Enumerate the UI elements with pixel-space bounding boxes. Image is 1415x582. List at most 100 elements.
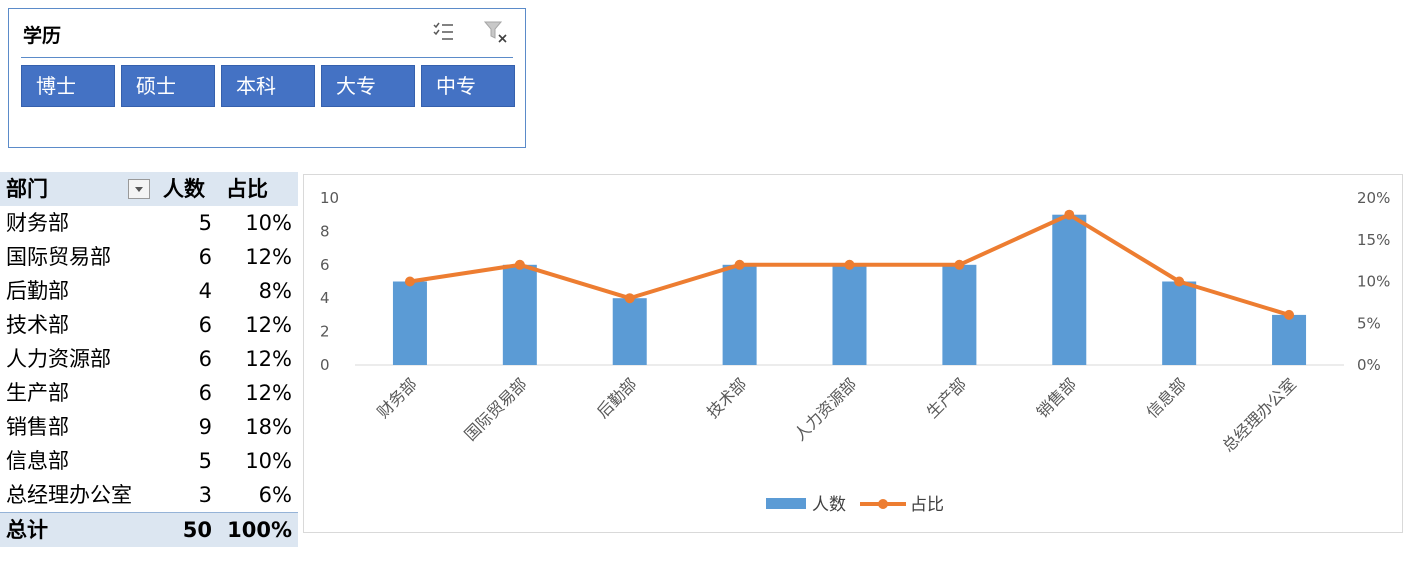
legend-label: 人数 <box>812 495 846 515</box>
slicer-item-college[interactable]: 大专 <box>321 65 415 107</box>
bar <box>392 281 427 365</box>
total-label: 总计 <box>6 518 48 542</box>
table-row[interactable]: 技术部 6 12% <box>0 308 298 342</box>
x-tick-label: 销售部 <box>1033 374 1080 421</box>
count-cell: 9 <box>198 415 212 439</box>
table-row[interactable]: 后勤部 4 8% <box>0 274 298 308</box>
total-pct: 100% <box>227 518 292 542</box>
table-row[interactable]: 信息部 5 10% <box>0 444 298 478</box>
y-tick-label: 4 <box>320 289 330 307</box>
x-tick-label: 技术部 <box>703 374 750 421</box>
chart-svg: 0 2 4 6 8 10 0% 5% 10% 15% 20% 财务部 国际贸易部 后勤部 技术部 人力资源部 生… <box>320 189 1390 515</box>
count-cell: 6 <box>198 313 212 337</box>
dept-cell: 国际贸易部 <box>6 245 111 269</box>
line-point <box>514 259 525 270</box>
slicer-items: 博士 硕士 本科 大专 中专 <box>21 65 515 107</box>
slicer-item-phd[interactable]: 博士 <box>21 65 115 107</box>
x-tick-label: 后勤部 <box>593 374 640 421</box>
pct-cell: 12% <box>245 381 292 405</box>
y-tick-label: 10 <box>320 189 339 207</box>
y-tick-label: 0 <box>320 356 330 374</box>
dept-cell: 信息部 <box>6 449 69 473</box>
bar <box>722 264 757 365</box>
pct-cell: 10% <box>245 211 292 235</box>
line-point <box>734 259 745 270</box>
y2-tick-label: 0% <box>1357 356 1381 374</box>
table-row[interactable]: 生产部 6 12% <box>0 376 298 410</box>
pct-header: 占比 <box>226 177 268 201</box>
table-row[interactable]: 财务部 5 10% <box>0 206 298 240</box>
x-tick-label: 人力资源部 <box>790 374 860 444</box>
pivot-header-row: 部门 人数 占比 <box>0 172 298 206</box>
count-cell: 5 <box>198 211 212 235</box>
count-cell: 6 <box>198 381 212 405</box>
dept-cell: 销售部 <box>6 415 69 439</box>
education-slicer: 学历 博士 硕士 本科 大专 中专 <box>8 8 526 148</box>
pct-cell: 6% <box>258 483 292 507</box>
y-tick-label: 8 <box>320 222 330 240</box>
x-tick-label: 财务部 <box>373 374 420 421</box>
pivot-total-row[interactable]: 总计 50 100% <box>0 512 298 547</box>
slicer-item-secondary[interactable]: 中专 <box>421 65 515 107</box>
bar <box>1162 281 1197 365</box>
dept-cell: 生产部 <box>6 381 69 405</box>
bar <box>502 264 537 365</box>
bar <box>612 298 647 365</box>
x-tick-label: 总经理办公室 <box>1219 374 1300 455</box>
y-tick-label: 2 <box>320 323 330 341</box>
table-row[interactable]: 销售部 9 18% <box>0 410 298 444</box>
legend-line-marker <box>878 499 888 509</box>
y2-tick-label: 15% <box>1357 231 1390 249</box>
pct-cell: 18% <box>245 415 292 439</box>
line-point <box>1174 276 1185 287</box>
table-row[interactable]: 国际贸易部 6 12% <box>0 240 298 274</box>
bar <box>1052 214 1087 365</box>
pct-cell: 12% <box>245 245 292 269</box>
pct-cell: 10% <box>245 449 292 473</box>
slicer-header: 学历 <box>21 9 513 58</box>
line-point <box>844 259 855 270</box>
table-row[interactable]: 人力资源部 6 12% <box>0 342 298 376</box>
y-tick-label: 6 <box>320 256 330 274</box>
multi-select-icon[interactable] <box>431 20 457 44</box>
bar <box>942 264 977 365</box>
count-cell: 3 <box>198 483 212 507</box>
dept-cell: 后勤部 <box>6 279 69 303</box>
y2-tick-label: 10% <box>1357 273 1390 291</box>
slicer-title: 学历 <box>23 25 62 47</box>
count-cell: 4 <box>198 279 212 303</box>
x-tick-label: 生产部 <box>923 374 970 421</box>
count-header: 人数 <box>163 177 205 201</box>
legend-bar-swatch <box>766 498 806 509</box>
dept-cell: 总经理办公室 <box>6 483 132 507</box>
x-tick-label: 信息部 <box>1143 374 1190 421</box>
table-row[interactable]: 总经理办公室 3 6% <box>0 478 298 512</box>
line-point <box>1284 309 1295 320</box>
line-point <box>954 259 965 270</box>
x-tick-label: 国际贸易部 <box>461 374 531 444</box>
dept-filter-dropdown[interactable] <box>128 179 150 199</box>
pivot-table: 部门 人数 占比 财务部 5 10% 国际贸易部 6 12% 后勤部 4 8% … <box>0 172 298 547</box>
dept-cell: 人力资源部 <box>6 347 111 371</box>
legend-label: 占比 <box>910 495 944 515</box>
count-cell: 5 <box>198 449 212 473</box>
bar <box>832 264 867 365</box>
line-point <box>624 293 635 304</box>
count-cell: 6 <box>198 245 212 269</box>
dept-cell: 技术部 <box>6 313 69 337</box>
dept-combo-chart[interactable]: 0 2 4 6 8 10 0% 5% 10% 15% 20% 财务部 国际贸易部 后勤部 技术部 人力资源部 生… <box>303 174 1403 533</box>
line-point <box>1064 209 1075 220</box>
slicer-item-master[interactable]: 硕士 <box>121 65 215 107</box>
slicer-item-bachelor[interactable]: 本科 <box>221 65 315 107</box>
y2-tick-label: 20% <box>1357 189 1390 207</box>
line-point <box>404 276 415 287</box>
pct-cell: 8% <box>258 279 292 303</box>
dept-cell: 财务部 <box>6 211 69 235</box>
dept-header: 部门 <box>6 177 48 201</box>
count-cell: 6 <box>198 347 212 371</box>
pct-cell: 12% <box>245 313 292 337</box>
pct-cell: 12% <box>245 347 292 371</box>
clear-filter-icon[interactable] <box>483 20 509 44</box>
total-count: 50 <box>182 518 212 542</box>
y2-tick-label: 5% <box>1357 314 1381 332</box>
